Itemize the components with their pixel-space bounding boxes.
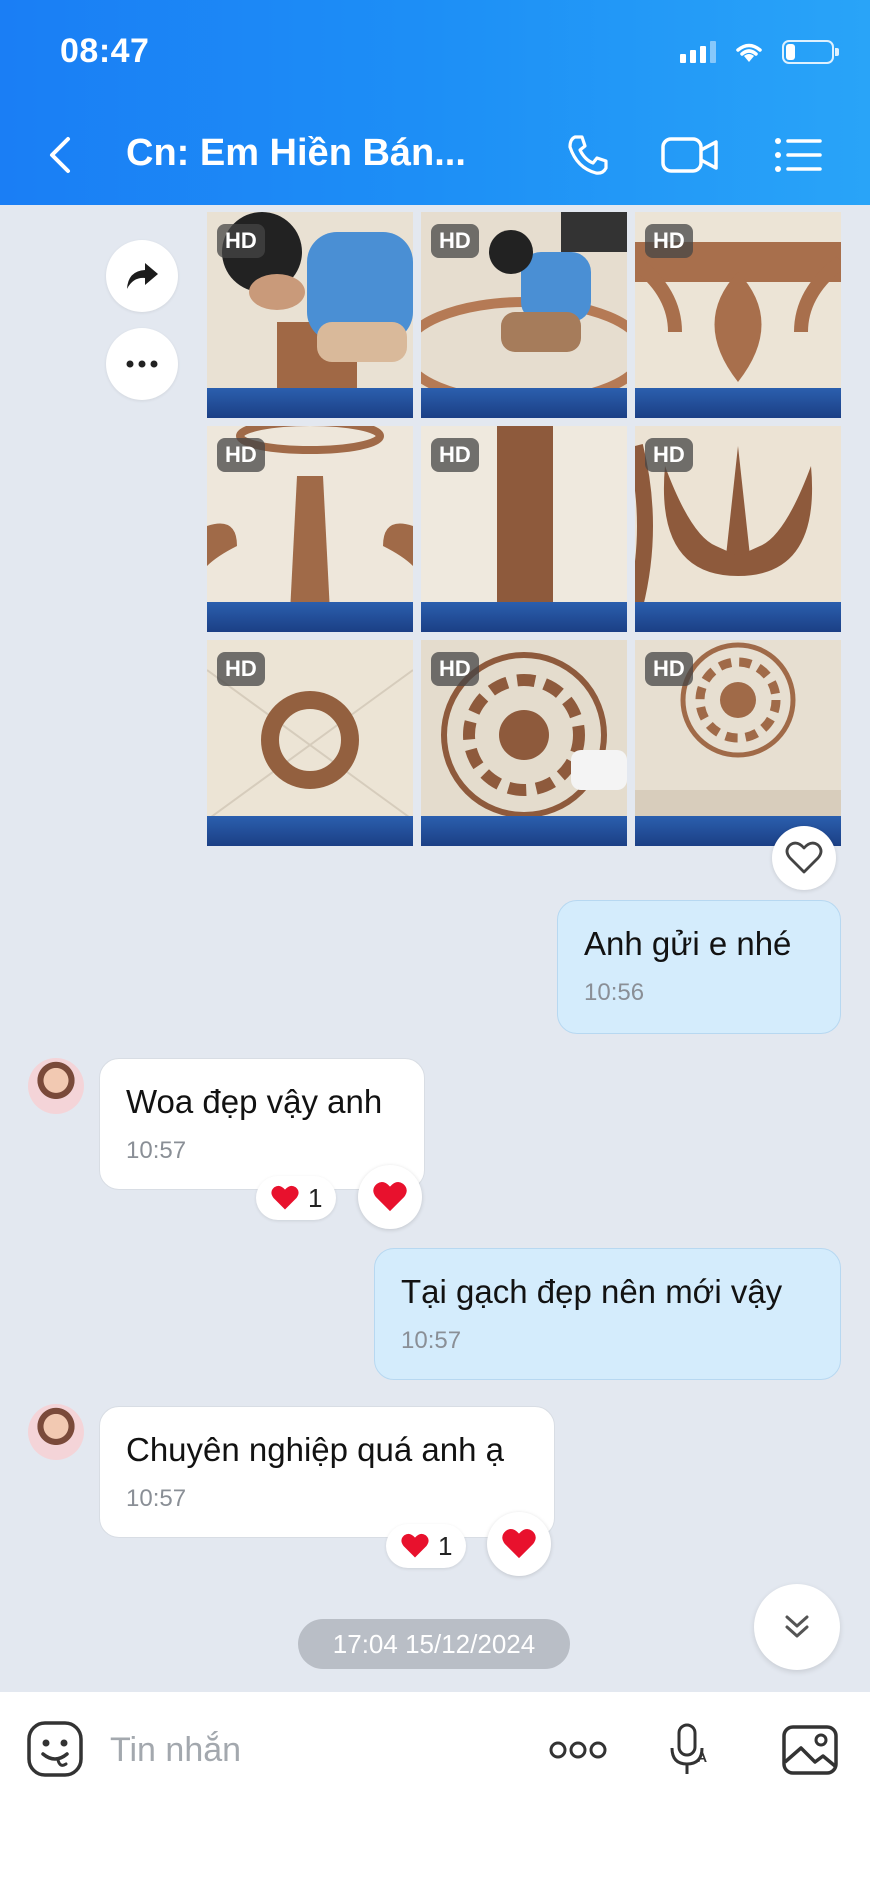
- hd-badge: HD: [645, 224, 693, 258]
- message-text: Tại gạch đẹp nên mới vậy: [401, 1273, 783, 1310]
- battery-fill: [786, 44, 795, 60]
- photo-caption-bar: [207, 388, 413, 418]
- hd-badge: HD: [645, 438, 693, 472]
- heart-icon: [502, 1529, 536, 1559]
- status-time: 08:47: [60, 32, 150, 70]
- wifi-icon: [736, 43, 762, 62]
- gallery-photo[interactable]: HD: [635, 426, 841, 632]
- call-button[interactable]: [558, 128, 618, 182]
- reaction-count: 1: [438, 1530, 453, 1561]
- heart-icon: [271, 1185, 299, 1210]
- signal-icon: [680, 41, 716, 63]
- message-time: 10:57: [126, 1137, 187, 1164]
- message-bubble-outgoing[interactable]: Anh gửi e nhé 10:56: [557, 900, 841, 1034]
- date-separator: 17:04 15/12/2024: [298, 1619, 570, 1669]
- gallery-photo[interactable]: HD: [421, 212, 627, 418]
- hd-badge: HD: [217, 438, 265, 472]
- message-text: Woa đẹp vậy anh: [126, 1083, 383, 1120]
- voice-to-text-icon: A: [670, 1723, 707, 1774]
- heart-icon: [373, 1182, 407, 1212]
- photo-caption-bar: [635, 388, 841, 418]
- gallery-photo[interactable]: HD: [635, 640, 841, 846]
- hd-badge: HD: [431, 224, 479, 258]
- double-chevron-down-icon: [785, 1615, 809, 1638]
- gallery-photo[interactable]: HD: [207, 640, 413, 846]
- heart-icon: [401, 1533, 429, 1558]
- hd-badge: HD: [431, 652, 479, 686]
- gallery-photo[interactable]: HD: [207, 212, 413, 418]
- react-heart-button[interactable]: [487, 1512, 551, 1576]
- share-arrow-icon: [127, 263, 158, 289]
- phone-icon: [568, 135, 608, 175]
- message-time: 10:57: [126, 1485, 187, 1512]
- reaction-count: 1: [308, 1182, 323, 1213]
- photo-caption-bar: [421, 388, 627, 418]
- forward-button[interactable]: [106, 240, 178, 312]
- message-text: Chuyên nghiệp quá anh ạ: [126, 1431, 504, 1468]
- more-options-button[interactable]: [106, 328, 178, 400]
- photo-caption-bar: [635, 602, 841, 632]
- video-call-button[interactable]: [660, 128, 720, 182]
- message-input[interactable]: Tin nhắn: [110, 1722, 510, 1778]
- more-dots-icon: [549, 1741, 607, 1759]
- avatar[interactable]: [28, 1404, 84, 1460]
- back-button[interactable]: [46, 130, 86, 180]
- gallery-photo[interactable]: HD: [635, 212, 841, 418]
- photo-caption-bar: [421, 602, 627, 632]
- reaction-summary[interactable]: 1: [256, 1176, 337, 1220]
- more-dots-icon: [126, 360, 158, 368]
- battery-icon: [782, 40, 839, 64]
- menu-button[interactable]: [768, 128, 828, 182]
- gallery-photo[interactable]: HD: [421, 426, 627, 632]
- message-time: 10:56: [584, 979, 645, 1006]
- chevron-left-icon: [50, 137, 70, 173]
- video-camera-icon: [661, 137, 718, 173]
- image-button[interactable]: [778, 1718, 842, 1782]
- hd-badge: HD: [645, 652, 693, 686]
- chat-title[interactable]: Cn: Em Hiền Bán...: [126, 132, 466, 175]
- more-button[interactable]: [546, 1718, 610, 1782]
- message-time: 10:57: [401, 1327, 462, 1354]
- reaction-summary[interactable]: 1: [386, 1524, 467, 1568]
- photo-gallery: HD HD HD HD HD HD HD HD HD: [207, 212, 841, 848]
- photo-caption-bar: [207, 816, 413, 846]
- gallery-photo[interactable]: HD: [421, 640, 627, 846]
- svg-text:A: A: [697, 1749, 707, 1765]
- photo-caption-bar: [207, 602, 413, 632]
- gallery-photo[interactable]: HD: [207, 426, 413, 632]
- emoji-button[interactable]: [26, 1720, 84, 1778]
- image-icon: [782, 1725, 838, 1775]
- message-composer: Tin nhắn A: [0, 1692, 870, 1884]
- message-text: Anh gửi e nhé: [584, 925, 792, 962]
- emoji-icon: [27, 1721, 83, 1777]
- status-icons: [680, 40, 839, 64]
- voice-button[interactable]: A: [658, 1718, 722, 1782]
- message-bubble-outgoing[interactable]: Tại gạch đẹp nên mới vậy 10:57: [374, 1248, 841, 1380]
- scroll-to-bottom-button[interactable]: [754, 1584, 840, 1670]
- chat-header: 08:47 Cn: Em Hiền Bán...: [0, 0, 870, 205]
- react-heart-button[interactable]: [358, 1165, 422, 1229]
- avatar[interactable]: [28, 1058, 84, 1114]
- hd-badge: HD: [217, 652, 265, 686]
- message-bubble-incoming[interactable]: Chuyên nghiệp quá anh ạ 10:57: [99, 1406, 555, 1538]
- photo-caption-bar: [421, 816, 627, 846]
- list-menu-icon: [775, 138, 822, 172]
- react-heart-button[interactable]: [772, 826, 836, 890]
- hd-badge: HD: [431, 438, 479, 472]
- hd-badge: HD: [217, 224, 265, 258]
- heart-outline-icon: [785, 841, 823, 874]
